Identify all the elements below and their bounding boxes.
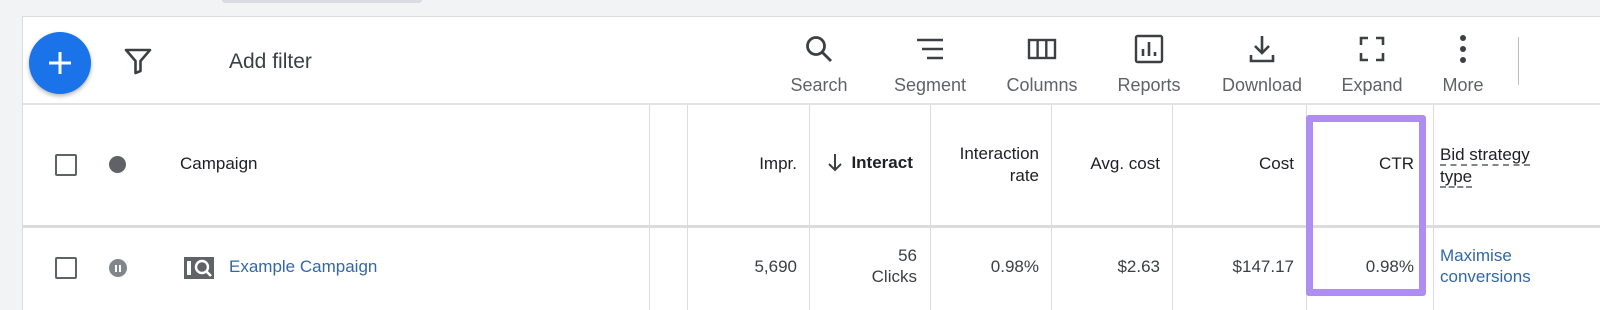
expand-icon xyxy=(1359,36,1385,62)
table-header-row: Campaign Impr. Interact Interaction rate… xyxy=(23,105,1600,228)
interactions-column-label: Interact xyxy=(851,153,913,172)
paused-status-icon[interactable] xyxy=(109,259,127,277)
interactions-column-header[interactable]: Interact xyxy=(827,153,930,177)
interaction-rate-cell: 0.98% xyxy=(990,257,1039,276)
top-tab-edge xyxy=(222,0,422,3)
arrow-down-icon xyxy=(828,154,842,172)
impr-column-header[interactable]: Impr. xyxy=(723,153,797,175)
columns-tool-label: Columns xyxy=(1006,75,1078,95)
more-tool-label: More xyxy=(1442,75,1484,95)
search-tool-button[interactable]: Search xyxy=(789,31,849,96)
interaction-rate-column-header[interactable]: Interaction rate xyxy=(938,143,1039,187)
campaign-table-panel: Add filter Search Segment Columns Report… xyxy=(22,16,1600,310)
interaction-rate-label-line1: Interaction xyxy=(959,144,1039,163)
reports-tool-label: Reports xyxy=(1117,75,1181,95)
interactions-value: 56 xyxy=(898,246,917,265)
ctr-column-header[interactable]: CTR xyxy=(1314,153,1414,175)
bid-strategy-label-line2: type xyxy=(1440,167,1473,188)
add-campaign-button[interactable] xyxy=(29,32,91,94)
cost-column-header[interactable]: Cost xyxy=(1180,153,1294,175)
more-tool-button[interactable]: More xyxy=(1439,31,1487,96)
search-campaign-icon xyxy=(184,257,214,279)
select-all-checkbox[interactable] xyxy=(55,154,77,176)
interaction-rate-label-line2: rate xyxy=(1009,166,1039,185)
bid-strategy-label-line1: Bid strategy xyxy=(1440,145,1530,166)
segment-tool-label: Segment xyxy=(893,75,967,95)
segment-icon xyxy=(917,38,943,60)
reports-icon xyxy=(1134,34,1164,64)
download-icon xyxy=(1249,36,1275,63)
more-vert-icon xyxy=(1460,35,1466,63)
search-icon xyxy=(806,36,832,62)
row-checkbox[interactable] xyxy=(55,257,77,279)
add-filter-button[interactable]: Add filter xyxy=(229,50,312,74)
avg-cost-cell: $2.63 xyxy=(1117,257,1160,276)
interactions-unit: Clicks xyxy=(871,267,917,286)
search-tool-label: Search xyxy=(790,75,848,95)
expand-tool-label: Expand xyxy=(1341,75,1403,95)
bid-strategy-link[interactable]: Maximise conversions xyxy=(1440,245,1531,287)
download-tool-button[interactable]: Download xyxy=(1219,31,1305,96)
table-toolbar: Add filter Search Segment Columns Report… xyxy=(23,17,1600,105)
bid-strategy-line2: conversions xyxy=(1440,267,1531,286)
plus-icon xyxy=(49,52,71,74)
segment-tool-button[interactable]: Segment xyxy=(892,31,968,96)
impr-cell: 5,690 xyxy=(754,257,797,276)
reports-tool-button[interactable]: Reports xyxy=(1115,31,1183,96)
columns-tool-button[interactable]: Columns xyxy=(1004,31,1080,96)
ctr-cell: 0.98% xyxy=(1365,257,1414,276)
expand-tool-button[interactable]: Expand xyxy=(1340,31,1404,96)
columns-icon xyxy=(1027,38,1057,60)
campaign-column-header[interactable]: Campaign xyxy=(180,153,258,175)
toolbar-divider xyxy=(1518,37,1519,85)
cost-cell: $147.17 xyxy=(1232,257,1294,276)
interactions-cell: 56 Clicks xyxy=(823,245,917,287)
status-column-header-icon[interactable] xyxy=(109,156,126,173)
bid-strategy-line1: Maximise xyxy=(1440,246,1512,265)
filter-icon[interactable] xyxy=(123,47,153,75)
bid-strategy-column-header[interactable]: Bid strategy type xyxy=(1440,144,1530,188)
table-row[interactable]: Example Campaign 5,690 56 Clicks 0.98% $… xyxy=(23,228,1600,310)
avg-cost-column-header[interactable]: Avg. cost xyxy=(1059,153,1160,175)
download-tool-label: Download xyxy=(1221,75,1303,95)
campaign-name-link[interactable]: Example Campaign xyxy=(229,256,377,277)
